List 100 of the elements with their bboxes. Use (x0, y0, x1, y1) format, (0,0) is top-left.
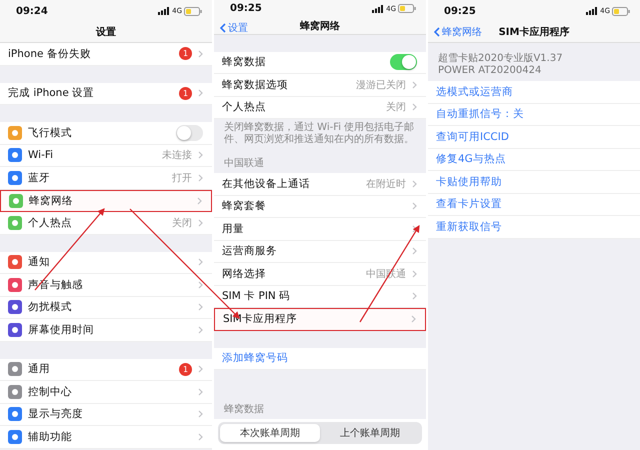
chevron-icon (198, 410, 203, 418)
settings-row[interactable]: 通用 1 (0, 358, 212, 381)
row-label: 用量 (222, 222, 245, 236)
row-value: 在附近时 (366, 178, 406, 191)
notification-badge: 1 (179, 47, 192, 60)
nav-title: 蜂窝网络 (300, 19, 340, 33)
link-row[interactable]: 重新获取信号 (428, 216, 640, 238)
settings-row[interactable]: 蜂窝套餐 (214, 196, 426, 218)
link-row[interactable]: 选模式或运营商 (428, 81, 640, 104)
link-row[interactable]: 修复4G与热点 (428, 148, 640, 171)
settings-row[interactable]: 用量 (214, 218, 426, 240)
nav-title: SIM卡应用程序 (498, 25, 570, 39)
row-label: 添加蜂窝号码 (222, 351, 289, 366)
settings-row[interactable]: 运营商服务 (214, 240, 426, 263)
back-button[interactable]: 蜂窝网络 (434, 25, 482, 39)
settings-row[interactable]: iPhone 备份失败 1 (0, 43, 212, 66)
toggle-switch[interactable] (176, 124, 203, 141)
signal-icon (586, 7, 598, 15)
row-label: iPhone 备份失败 (8, 46, 92, 61)
back-chevron-icon (220, 22, 226, 33)
row-label: 完成 iPhone 设置 (8, 86, 96, 100)
settings-row[interactable]: 控制中心 (0, 381, 212, 404)
chevron-icon (412, 103, 417, 112)
back-button[interactable]: 设置 (220, 20, 248, 35)
settings-row[interactable]: 辅助功能 (0, 426, 212, 448)
row-label: 勿扰模式 (28, 300, 73, 314)
footer-note: 关闭蜂窝数据，通过 Wi-Fi 使用包括电子邮件、网页浏览和推送通知在内的所有数据。 (223, 120, 416, 147)
segment-tab[interactable]: 上个账单周期 (320, 424, 420, 442)
settings-row[interactable]: 勿扰模式 (0, 296, 212, 319)
settings-row[interactable]: 个人热点 关闭 (214, 96, 426, 119)
section-header: 超雪卡贴2020专业版V1.37 (438, 53, 564, 65)
status-time: 09:25 (230, 3, 263, 14)
row-value: 打开 (172, 172, 192, 185)
settings-row[interactable]: 蜂窝数据选项 漫游已关闭 (214, 74, 426, 96)
link-row[interactable]: 查询可用ICCID (428, 126, 640, 148)
row-label: 重新获取信号 (436, 220, 503, 234)
chevron-icon (412, 80, 417, 89)
row-value: 未连接 (162, 148, 192, 162)
row-label: Wi-Fi (28, 149, 54, 162)
chevron-icon (197, 196, 202, 205)
battery-icon (612, 6, 630, 16)
row-label: 控制中心 (28, 384, 73, 399)
row-label: 蓝牙 (28, 170, 51, 185)
chevron-icon (198, 218, 203, 227)
row-label: 查询可用ICCID (436, 130, 510, 144)
row-label: 查看卡片设置 (436, 197, 503, 212)
notification-badge: 1 (179, 86, 192, 100)
row-label: 屏幕使用时间 (28, 322, 95, 337)
settings-row[interactable]: 个人热点 关闭 (0, 212, 212, 234)
row-label: 显示与亮度 (28, 407, 84, 422)
signal-icon (372, 4, 384, 13)
row-label: 辅助功能 (28, 430, 73, 444)
row-label: 卡贴使用帮助 (436, 174, 503, 189)
row-label: 网络选择 (222, 266, 267, 281)
settings-row[interactable]: 蜂窝网络 (0, 190, 212, 212)
toggle-switch[interactable] (390, 54, 417, 70)
section-header: 中国联通 (223, 156, 265, 171)
row-label: 在其他设备上通话 (222, 176, 311, 191)
chevron-icon (412, 247, 417, 256)
row-label: 修复4G与热点 (436, 152, 507, 166)
row-label: 蜂窝数据选项 (222, 78, 289, 92)
row-label: 选模式或运营商 (436, 84, 514, 99)
segment-tab[interactable]: 本次账单周期 (220, 424, 320, 442)
row-value: 漫游已关闭 (356, 78, 406, 92)
chevron-icon (198, 280, 203, 289)
link-row[interactable]: 查看卡片设置 (428, 194, 640, 216)
settings-row[interactable]: 通知 (0, 252, 212, 274)
battery-icon (398, 4, 416, 14)
row-label: 个人热点 (28, 216, 73, 230)
row-label: 自动重抓信号：关 (436, 107, 525, 122)
settings-row[interactable]: 完成 iPhone 设置 1 (0, 82, 212, 105)
settings-row[interactable]: 显示与亮度 (0, 404, 212, 426)
section-header: 蜂窝数据 (223, 402, 265, 417)
row-label: 通用 (28, 362, 51, 376)
settings-row[interactable]: Wi-Fi 未连接 (0, 144, 212, 167)
chevron-icon (198, 303, 203, 312)
chevron-icon (198, 365, 203, 374)
chevron-icon (198, 151, 203, 160)
status-time: 09:25 (444, 6, 477, 16)
battery-icon (184, 6, 202, 16)
notification-badge: 1 (179, 362, 192, 376)
status-time: 09:24 (16, 6, 49, 16)
chevron-icon (198, 89, 203, 98)
row-label: 蜂窝套餐 (222, 199, 267, 214)
chevron-icon (198, 50, 203, 58)
chevron-icon (412, 202, 417, 210)
chevron-icon (412, 270, 417, 278)
link-row[interactable]: 添加蜂窝号码 (214, 348, 426, 370)
chevron-icon (198, 174, 203, 182)
row-label: 飞行模式 (28, 126, 73, 140)
link-row[interactable]: 卡贴使用帮助 (428, 171, 640, 194)
settings-row[interactable]: 屏幕使用时间 (0, 319, 212, 342)
chevron-icon (198, 258, 203, 266)
nav-title: 设置 (96, 26, 116, 39)
chevron-icon (412, 224, 417, 233)
chevron-icon (412, 292, 417, 300)
row-value: 关闭 (172, 216, 192, 230)
link-row[interactable]: 自动重抓信号：关 (428, 104, 640, 126)
signal-icon (158, 7, 170, 15)
settings-row[interactable]: 在其他设备上通话 在附近时 (214, 173, 426, 196)
